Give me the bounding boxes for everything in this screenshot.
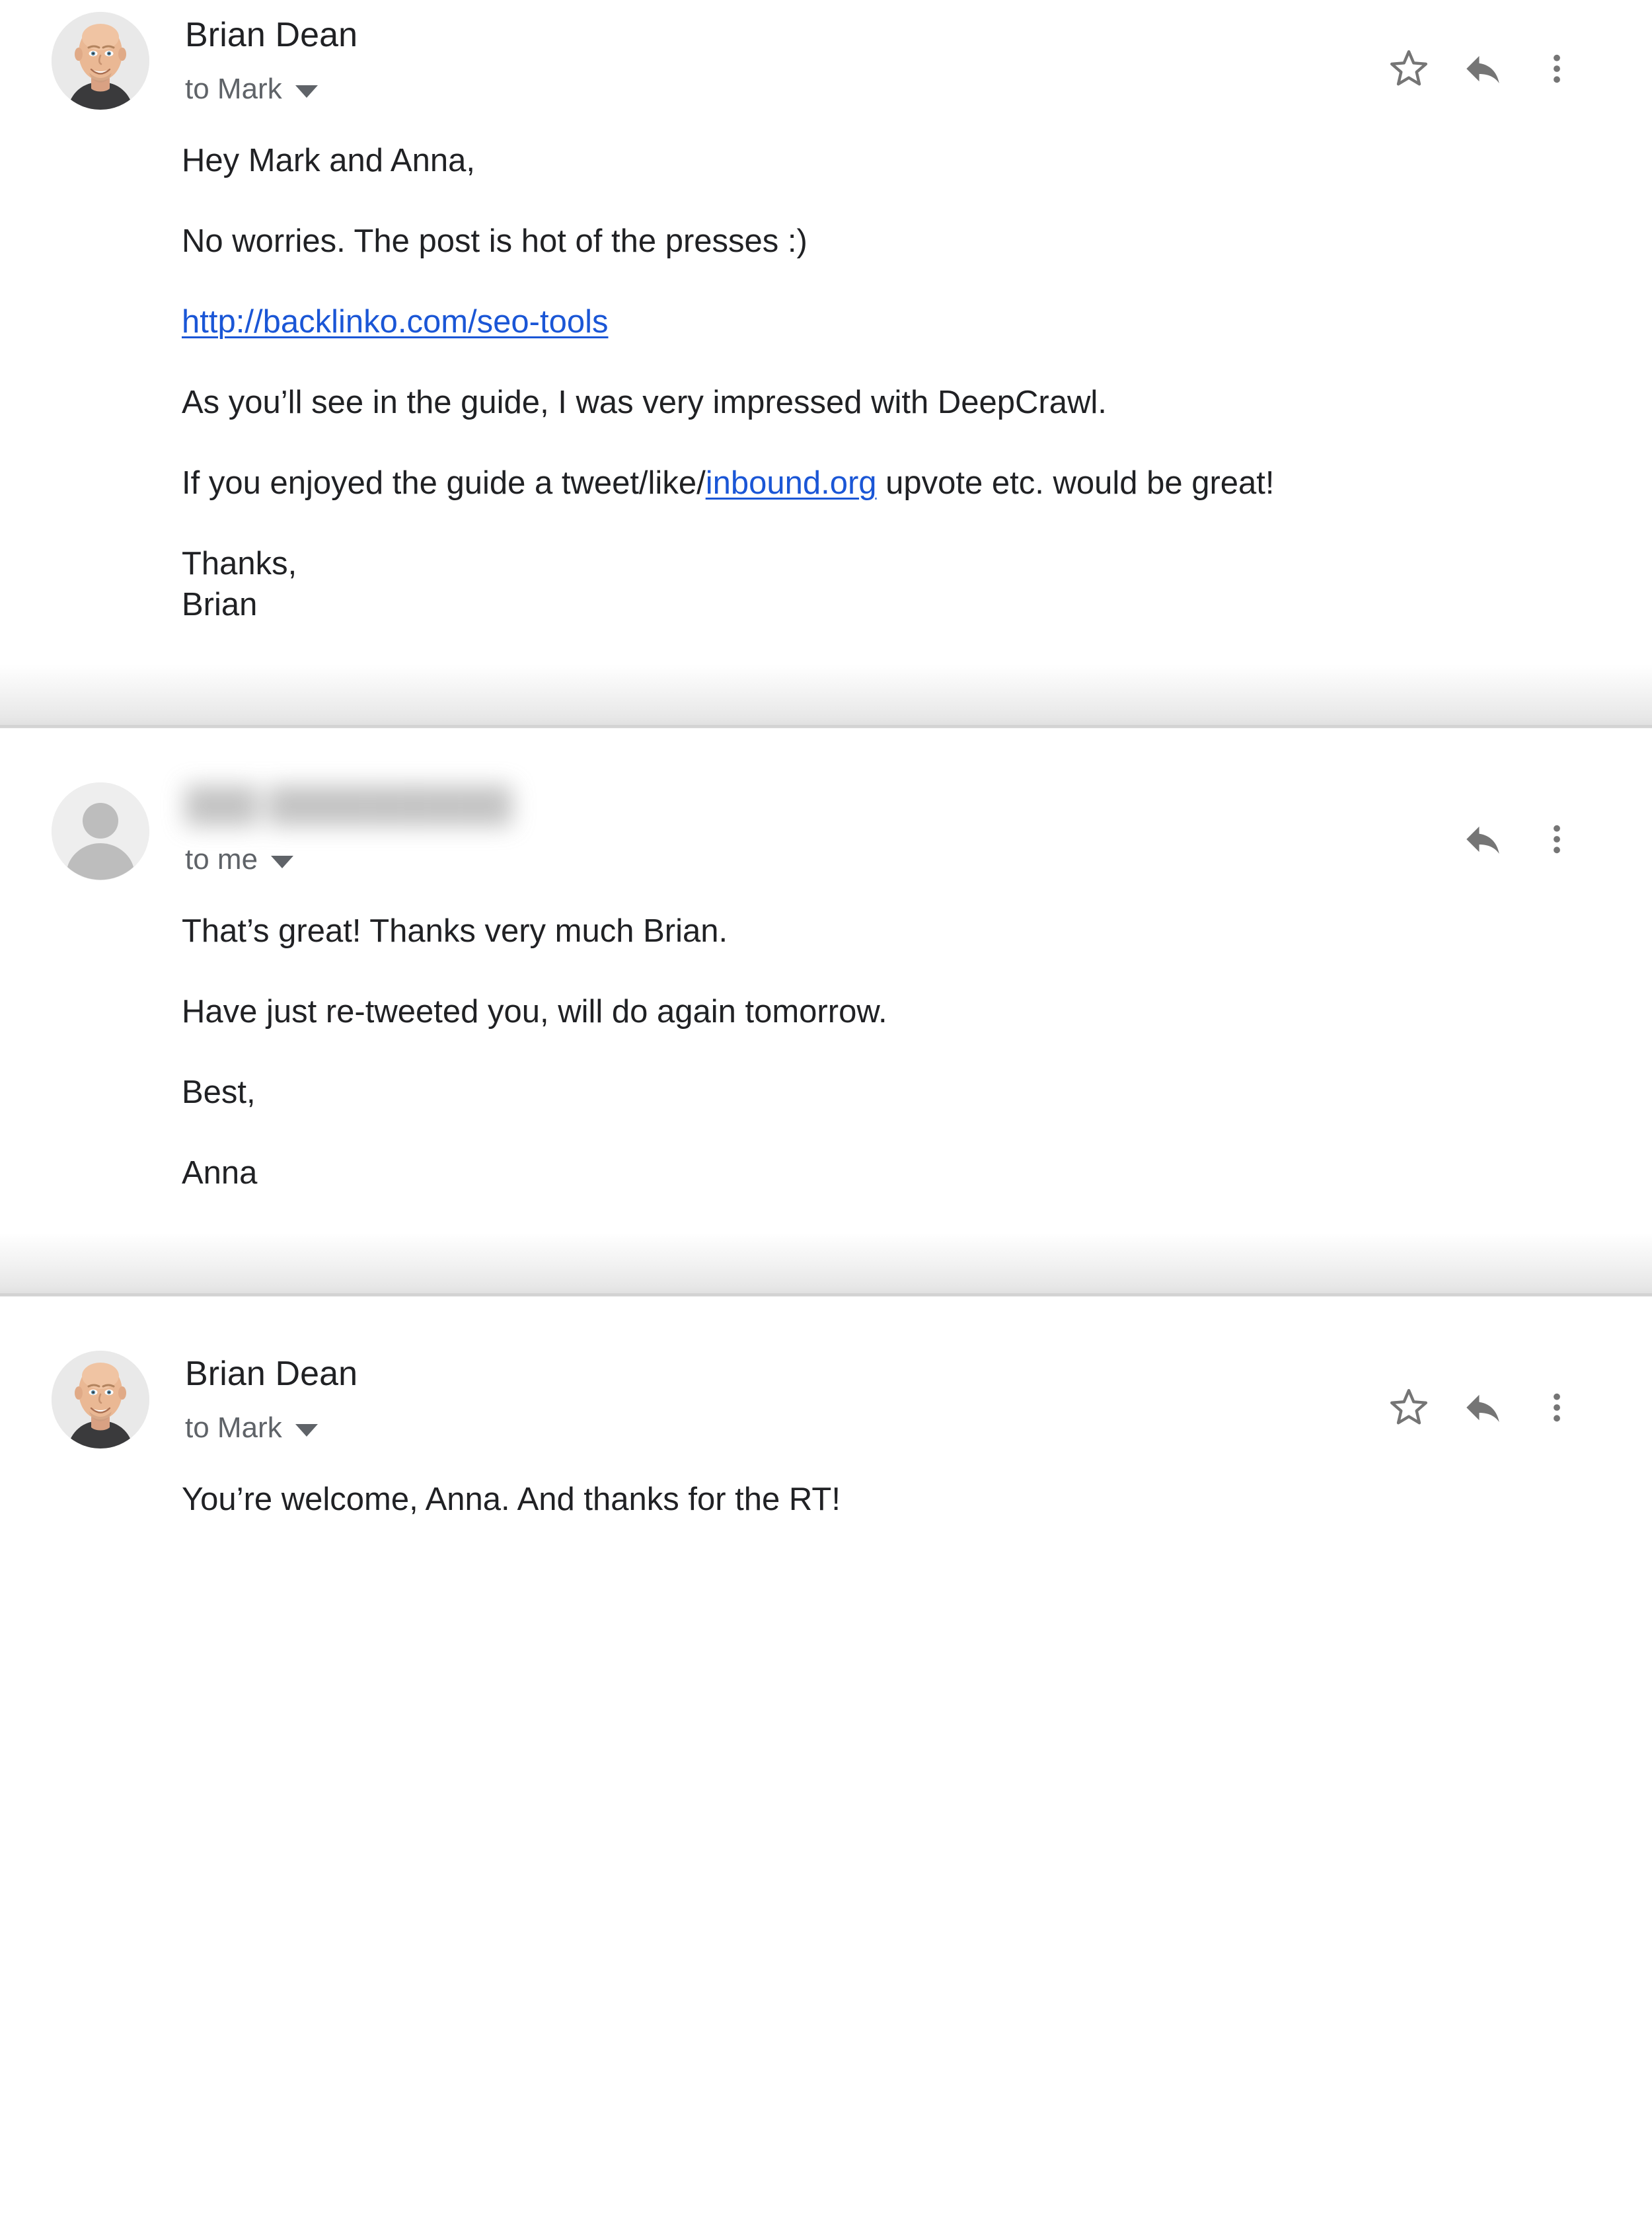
message-body-1: Hey Mark and Anna, No worries. The post …	[0, 110, 1652, 625]
spacer	[0, 1297, 1652, 1339]
message-divider	[0, 1233, 1652, 1297]
message-header-1: Brian Dean to Mark	[0, 0, 1652, 110]
paragraph-with-inline-link: If you enjoyed the guide a tweet/like/in…	[182, 463, 1563, 504]
message-body-3: You’re welcome, Anna. And thanks for the…	[0, 1448, 1652, 1520]
more-options-icon[interactable]	[1520, 32, 1594, 106]
more-options-icon[interactable]	[1520, 802, 1594, 876]
signature-name: Anna	[182, 1155, 258, 1191]
signoff-line: Best,	[182, 1074, 256, 1110]
message-header-2: ███ ██████████ to me	[0, 771, 1652, 880]
paragraph-text-before: If you enjoyed the guide a tweet/like/	[182, 465, 706, 501]
recipient-label: to me	[185, 843, 258, 876]
star-icon[interactable]	[1372, 1371, 1446, 1445]
backlinko-seo-tools-link[interactable]: http://backlinko.com/seo-tools	[182, 304, 608, 340]
email-message-1: Brian Dean to Mark Hey Mark and Anna, No…	[0, 0, 1652, 625]
chevron-down-icon[interactable]	[271, 855, 294, 868]
recipient-label: to Mark	[185, 73, 282, 105]
more-options-icon[interactable]	[1520, 1371, 1594, 1445]
message-actions-1	[1372, 32, 1594, 106]
recipient-label: to Mark	[185, 1411, 282, 1444]
message-divider	[0, 665, 1652, 728]
reply-icon[interactable]	[1446, 1371, 1520, 1445]
chevron-down-icon[interactable]	[295, 1423, 318, 1437]
paragraph: Have just re-tweeted you, will do again …	[182, 994, 887, 1030]
paragraph: No worries. The post is hot of the press…	[182, 223, 807, 259]
spacer	[0, 728, 1652, 771]
sender-block-2: ███ ██████████ to me	[185, 771, 1652, 876]
inbound-org-link[interactable]: inbound.org	[706, 465, 877, 501]
avatar-placeholder	[52, 782, 149, 880]
chevron-down-icon[interactable]	[295, 85, 318, 98]
paragraph: That’s great! Thanks very much Brian.	[182, 913, 728, 949]
message-body-2: That’s great! Thanks very much Brian. Ha…	[0, 880, 1652, 1193]
message-header-3: Brian Dean to Mark	[0, 1339, 1652, 1448]
reply-icon[interactable]	[1446, 32, 1520, 106]
paragraph-text-after: upvote etc. would be great!	[876, 465, 1275, 501]
paragraph: Hey Mark and Anna,	[182, 143, 475, 178]
recipient-row[interactable]: to me	[185, 843, 1652, 876]
message-actions-3	[1372, 1371, 1594, 1445]
message-actions-2	[1446, 802, 1594, 876]
sender-name-redacted: ███ ██████████	[185, 786, 512, 825]
email-message-3: Brian Dean to Mark You’re welcome, Anna.…	[0, 1339, 1652, 1520]
star-icon[interactable]	[1372, 32, 1446, 106]
avatar	[52, 1351, 149, 1448]
email-message-2: ███ ██████████ to me That’s great! Thank…	[0, 771, 1652, 1193]
paragraph-link: http://backlinko.com/seo-tools	[182, 301, 1563, 342]
paragraph: As you’ll see in the guide, I was very i…	[182, 385, 1107, 420]
email-thread: Brian Dean to Mark Hey Mark and Anna, No…	[0, 0, 1652, 1520]
signature-name: Brian	[182, 587, 258, 622]
avatar	[52, 12, 149, 110]
paragraph: You’re welcome, Anna. And thanks for the…	[182, 1482, 841, 1517]
reply-icon[interactable]	[1446, 802, 1520, 876]
signoff-line: Thanks,	[182, 546, 297, 582]
